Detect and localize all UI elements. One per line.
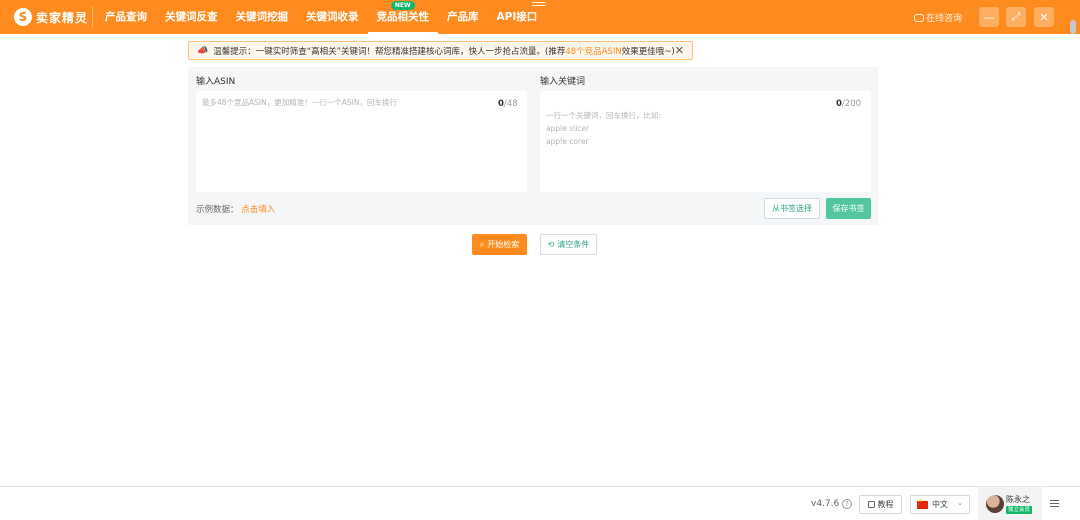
tutorial-button[interactable]: 教程 [859, 495, 902, 514]
bottom-bar: v4.7.6 ? 教程 中文 ⌄ 陈永之 独立会员 [0, 486, 1080, 520]
avatar [986, 495, 1004, 513]
logo-icon: S [14, 8, 32, 26]
nav-label: 关键词挖掘 [235, 11, 289, 23]
select-from-bookmark-button[interactable]: 从书签选择 [764, 198, 820, 219]
notice-close-icon[interactable]: ✕ [675, 44, 684, 57]
tutorial-label: 教程 [877, 500, 894, 509]
nav-label: 关键词反查 [165, 11, 218, 23]
chat-icon [914, 13, 924, 22]
keyword-input[interactable]: 一行一个关键词，回车换行，比如: apple slicer apple core… [540, 91, 871, 192]
username: 陈永之 [1006, 495, 1030, 504]
maximize-button[interactable]: ⤢ [1006, 7, 1026, 27]
nav-item-keyword-mining[interactable]: 关键词挖掘 [227, 0, 298, 34]
minimize-button[interactable]: — [979, 7, 999, 27]
version-label: v4.7.6 [811, 499, 840, 509]
close-window-button[interactable]: ✕ [1034, 7, 1054, 27]
nav-label: 关键词收录 [306, 11, 359, 23]
keyword-max: /200 [841, 99, 862, 109]
nav-label: API接口 [496, 11, 538, 23]
user-profile[interactable]: 陈永之 独立会员 [978, 487, 1042, 520]
consult-label: 在线咨询 [926, 14, 963, 24]
input-panel: 输入ASIN 最多48个竞品ASIN，更加精准！一行一个ASIN，回车换行 0/… [188, 67, 878, 225]
nav-label: 竞品相关性 [376, 11, 430, 23]
keyword-placeholder: 一行一个关键词，回车换行，比如: apple slicer apple core… [546, 111, 662, 146]
top-bar: S 卖家精灵 产品查询 关键词反查 关键词挖掘 关键词收录 NEW 竞品相关性 … [0, 0, 1080, 34]
keyword-label: 输入关键词 [540, 77, 586, 87]
search-label: 开始检索 [487, 240, 520, 249]
help-icon[interactable]: ? [842, 499, 852, 509]
notice-highlight: 48个竞品ASIN [565, 46, 622, 57]
online-consult-link[interactable]: 在线咨询 [914, 11, 962, 24]
nav-item-keyword-index[interactable]: 关键词收录 [297, 0, 368, 34]
notice-prefix: 温馨提示：一键实时筛查“高相关”关键词！帮您精准搭建核心词库，快人一步抢占流量。… [213, 46, 566, 57]
save-bookmark-button[interactable]: 保存书签 [826, 198, 871, 219]
megaphone-icon: 📣 [197, 45, 209, 56]
keyword-counter: 0/200 [836, 99, 861, 109]
example-data: 示例数据： 点击填入 [196, 203, 275, 215]
clear-icon: ⟲ [547, 240, 555, 249]
nav-item-product-library[interactable]: 产品库 [438, 0, 488, 34]
language-select[interactable]: 中文 ⌄ [910, 495, 970, 514]
drag-handle-icon[interactable] [532, 2, 546, 9]
scrollbar-thumb[interactable] [1070, 20, 1076, 34]
main-nav: 产品查询 关键词反查 关键词挖掘 关键词收录 NEW 竞品相关性 产品库 API… [96, 0, 546, 34]
membership-badge: 独立会员 [1006, 506, 1033, 514]
example-fill-link[interactable]: 点击填入 [241, 205, 275, 215]
china-flag-icon [917, 498, 928, 509]
asin-max: /48 [503, 99, 518, 109]
book-icon [867, 501, 875, 508]
nav-item-competitor-relevance[interactable]: NEW 竞品相关性 [367, 0, 438, 34]
language-label: 中文 [932, 500, 948, 509]
nav-item-keyword-reverse[interactable]: 关键词反查 [156, 0, 227, 34]
nav-label: 产品查询 [105, 11, 147, 23]
asin-label: 输入ASIN [196, 77, 236, 87]
search-icon: ⌕ [479, 239, 485, 249]
nav-label: 产品库 [447, 11, 479, 23]
notice-suffix: 效果更佳哦~) [621, 46, 675, 57]
nav-item-product-query[interactable]: 产品查询 [96, 0, 156, 34]
clear-label: 清空条件 [557, 240, 590, 249]
example-label: 示例数据： [196, 205, 239, 215]
chevron-down-icon: ⌄ [957, 499, 963, 507]
tip-notice: 📣 温馨提示：一键实时筛查“高相关”关键词！帮您精准搭建核心词库，快人一步抢占流… [188, 41, 693, 60]
asin-input[interactable]: 最多48个竞品ASIN，更加精准！一行一个ASIN，回车换行 [196, 91, 527, 192]
app-logo[interactable]: S 卖家精灵 [14, 7, 88, 27]
asin-counter: 0/48 [498, 99, 518, 109]
clear-conditions-button[interactable]: ⟲ 清空条件 [540, 234, 597, 255]
menu-icon[interactable] [1050, 500, 1059, 509]
start-search-button[interactable]: ⌕ 开始检索 [472, 234, 527, 255]
asin-placeholder: 最多48个竞品ASIN，更加精准！一行一个ASIN，回车换行 [202, 98, 397, 107]
new-badge: NEW [390, 1, 415, 10]
logo-text: 卖家精灵 [36, 10, 89, 25]
nav-divider [92, 6, 93, 28]
